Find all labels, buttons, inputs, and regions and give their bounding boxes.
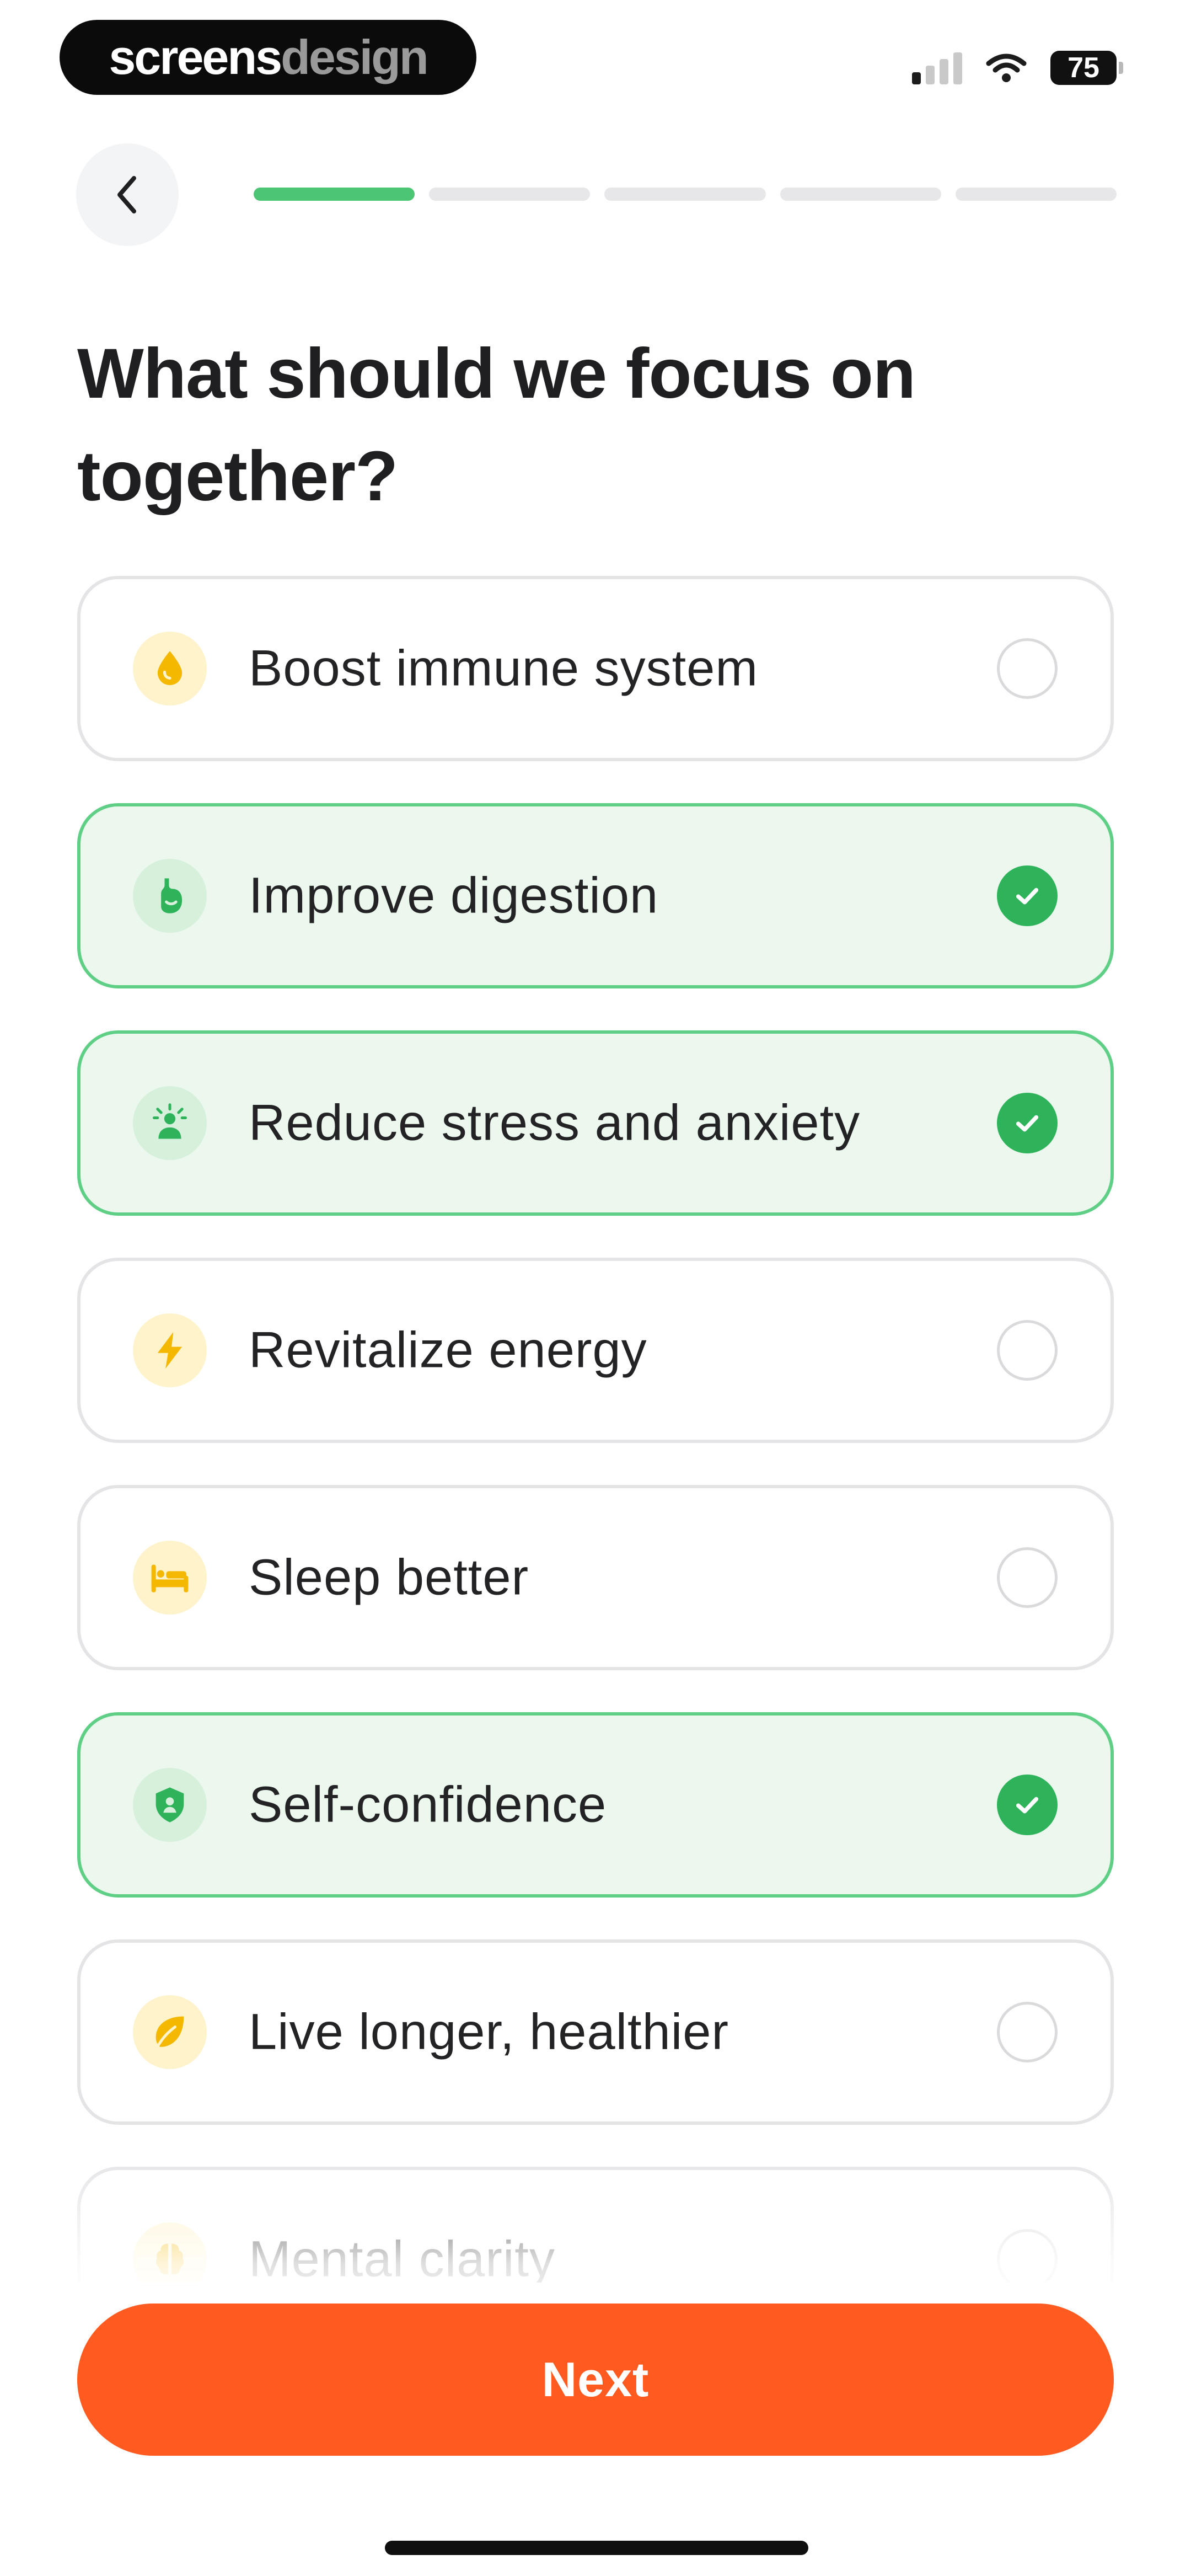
progress-segment	[604, 188, 766, 201]
drop-icon	[133, 632, 207, 706]
option-label: Live longer, healthier	[249, 2003, 729, 2060]
option-label: Revitalize energy	[249, 1322, 647, 1378]
option-sleep-better[interactable]: Sleep better	[77, 1485, 1114, 1670]
option-label: Sleep better	[249, 1549, 529, 1606]
leaf-icon	[133, 1995, 207, 2069]
progress-segment	[429, 188, 591, 201]
radio-unchecked[interactable]	[997, 638, 1058, 699]
radio-unchecked[interactable]	[997, 2229, 1058, 2283]
home-indicator	[385, 2541, 808, 2555]
shield-person-icon	[133, 1768, 207, 1842]
radio-unchecked[interactable]	[997, 2002, 1058, 2062]
battery-level: 75	[1067, 52, 1099, 84]
brand-watermark: screens design	[60, 20, 476, 95]
option-live-longer[interactable]: Live longer, healthier	[77, 1939, 1114, 2125]
status-indicators: 75	[912, 49, 1123, 87]
progress-segment	[955, 188, 1117, 201]
checkmark-icon[interactable]	[997, 1093, 1058, 1153]
checkmark-icon[interactable]	[997, 865, 1058, 926]
option-label: Boost immune system	[249, 640, 758, 697]
lightning-icon	[133, 1313, 207, 1387]
option-label: Self-confidence	[249, 1776, 607, 1833]
option-mental-clarity[interactable]: Mental clarity	[77, 2167, 1114, 2283]
radio-unchecked[interactable]	[997, 1547, 1058, 1608]
option-reduce-stress[interactable]: Reduce stress and anxiety	[77, 1030, 1114, 1216]
next-button[interactable]: Next	[77, 2304, 1114, 2456]
options-list: Boost immune system Improve digestion Re…	[77, 576, 1114, 2283]
page-title: What should we focus on together?	[77, 334, 916, 516]
bed-icon	[133, 1541, 207, 1615]
battery-icon: 75	[1050, 51, 1123, 85]
chevron-left-icon	[117, 176, 136, 213]
stress-icon	[133, 1086, 207, 1160]
stomach-icon	[133, 859, 207, 933]
radio-unchecked[interactable]	[997, 1320, 1058, 1381]
brand-text-part1: screens	[109, 30, 282, 84]
option-label: Improve digestion	[249, 867, 659, 924]
option-boost-immune-system[interactable]: Boost immune system	[77, 576, 1114, 761]
progress-segment	[780, 188, 941, 201]
brain-icon	[133, 2222, 207, 2283]
option-label: Mental clarity	[249, 2231, 555, 2283]
back-button[interactable]	[76, 143, 179, 246]
checkmark-icon[interactable]	[997, 1775, 1058, 1835]
progress-segment	[254, 188, 415, 201]
cellular-signal-icon	[912, 51, 962, 84]
option-label: Reduce stress and anxiety	[249, 1094, 861, 1151]
option-improve-digestion[interactable]: Improve digestion	[77, 803, 1114, 988]
wifi-icon	[986, 54, 1027, 82]
option-revitalize-energy[interactable]: Revitalize energy	[77, 1258, 1114, 1443]
progress-bar	[254, 188, 1117, 201]
option-self-confidence[interactable]: Self-confidence	[77, 1712, 1114, 1898]
screen: screens design 75 What should we focus on…	[0, 0, 1191, 2576]
brand-text-part2: design	[281, 30, 429, 84]
